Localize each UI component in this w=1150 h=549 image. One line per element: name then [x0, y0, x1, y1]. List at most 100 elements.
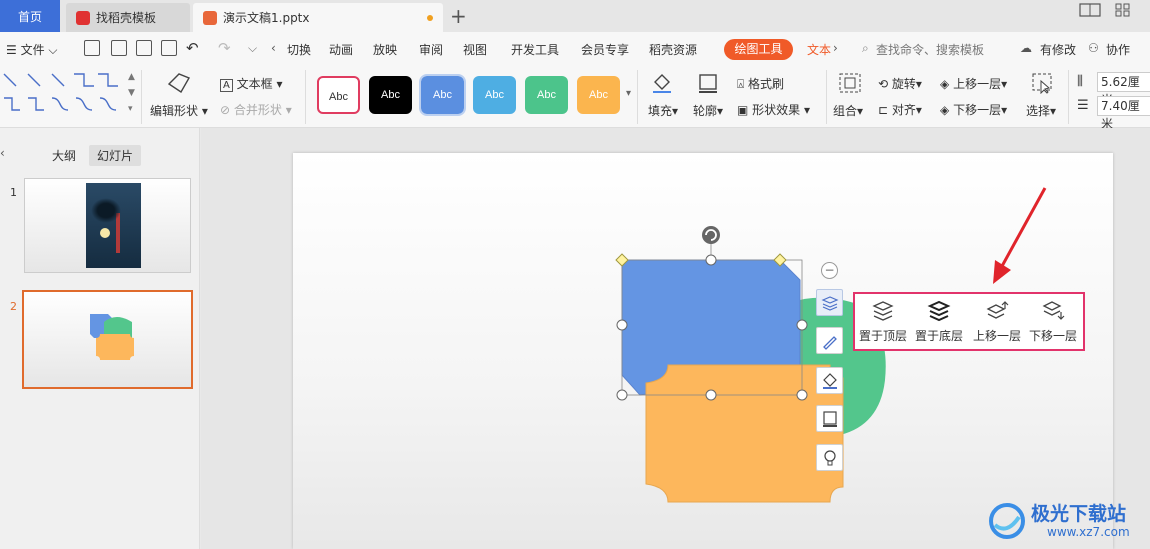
- redo-icon[interactable]: ↷: [218, 39, 231, 57]
- command-search-input[interactable]: 查找命令、搜索模板: [876, 41, 984, 58]
- select-button[interactable]: 选择▾: [1026, 102, 1056, 119]
- tab-document[interactable]: 演示文稿1.pptx: [193, 3, 443, 32]
- has-changes-button[interactable]: 有修改: [1040, 41, 1076, 58]
- bring-forward-item[interactable]: 上移一层: [971, 300, 1023, 344]
- align-label: 对齐: [891, 103, 916, 117]
- ribbon-divider: [1068, 70, 1069, 124]
- print-preview-icon[interactable]: [161, 40, 177, 56]
- outline-quick-button[interactable]: [816, 405, 843, 432]
- file-menu[interactable]: ☰ 文件 ⌵: [6, 41, 58, 58]
- connector-shapes-gallery[interactable]: [2, 70, 130, 118]
- rotate-label: 旋转: [891, 77, 916, 91]
- height-icon: ⫼: [1077, 74, 1083, 89]
- layer-order-button[interactable]: [816, 289, 843, 316]
- menu-item-view[interactable]: 视图: [463, 41, 487, 58]
- style-label: Abc: [433, 89, 452, 101]
- merge-shape-button[interactable]: ⊘ 合并形状 ▾: [220, 101, 292, 118]
- shape-style-green[interactable]: Abc: [525, 76, 568, 114]
- tab-drawing-tools[interactable]: 绘图工具: [724, 39, 793, 60]
- text-box-button[interactable]: A 文本框 ▾: [220, 75, 283, 92]
- menu-item-daoke-resources[interactable]: 稻壳资源: [649, 41, 697, 58]
- outline-label: 轮廓: [693, 104, 718, 118]
- outline-icon: [699, 74, 717, 93]
- menu-item-member[interactable]: 会员专享: [581, 41, 629, 58]
- new-tab-plus-icon[interactable]: +: [450, 4, 467, 28]
- menu-item-transition[interactable]: 切换: [287, 41, 311, 58]
- select-cursor-icon: [1032, 73, 1052, 94]
- shape-style-black[interactable]: Abc: [369, 76, 412, 114]
- bring-to-front-item[interactable]: 置于顶层: [857, 300, 909, 344]
- slide-2-shapes-preview: [90, 314, 134, 360]
- save-icon[interactable]: [84, 40, 100, 56]
- shape-style-white[interactable]: Abc: [317, 76, 360, 114]
- tab-text-tools[interactable]: 文本: [807, 41, 831, 58]
- fill-bucket-icon: [653, 74, 671, 93]
- gallery-expand-icon[interactable]: ▾: [128, 104, 133, 114]
- rotate-handle-icon[interactable]: [702, 226, 720, 244]
- edit-shape-button[interactable]: 编辑形状 ▾: [150, 102, 208, 119]
- slide-thumbnail-1[interactable]: [24, 178, 191, 273]
- scroll-left-chevron-icon[interactable]: ‹: [271, 41, 276, 55]
- fill-label: 填充: [648, 104, 673, 118]
- slides-panel: ‹ 大纲 幻灯片 1 2: [0, 128, 200, 549]
- slide-thumbnail-2[interactable]: [22, 290, 193, 389]
- align-button[interactable]: ⊏ 对齐▾: [878, 101, 922, 118]
- undo-icon[interactable]: ↶: [186, 39, 199, 57]
- send-backward-button[interactable]: ◈ 下移一层▾: [940, 101, 1007, 118]
- search-icon: ⌕: [862, 41, 869, 55]
- shape-style-button[interactable]: [816, 327, 843, 354]
- smart-suggest-button[interactable]: [816, 444, 843, 471]
- file-menu-label: 文件: [20, 43, 45, 57]
- export-icon[interactable]: [111, 40, 127, 56]
- text-box-icon: A: [220, 79, 233, 92]
- align-icon: ⊏: [878, 103, 889, 117]
- shape-style-lightblue[interactable]: Abc: [473, 76, 516, 114]
- scroll-right-chevron-icon[interactable]: ›: [833, 41, 838, 55]
- tab-home[interactable]: 首页: [0, 0, 60, 32]
- style-gallery-more-icon[interactable]: ▾: [626, 88, 631, 99]
- shape-width-input[interactable]: 7.40厘米: [1097, 96, 1150, 131]
- gallery-scroll-up-icon[interactable]: ▲: [128, 72, 135, 82]
- lightbulb-icon: [823, 449, 836, 465]
- edit-shape-label: 编辑形状: [150, 104, 199, 118]
- shape-style-orange[interactable]: Abc: [577, 76, 620, 114]
- grid-apps-icon[interactable]: [1112, 2, 1134, 20]
- group-label: 组合: [833, 104, 858, 118]
- send-backward-icon: [1042, 301, 1065, 320]
- tab-outline[interactable]: 大纲: [44, 145, 84, 166]
- quick-access-dropdown-icon[interactable]: ⌵: [248, 41, 257, 56]
- group-button[interactable]: 组合▾: [833, 102, 863, 119]
- gallery-scroll-down-icon[interactable]: ▼: [128, 88, 135, 98]
- outline-button[interactable]: 轮廓▾: [693, 102, 723, 119]
- collapse-panel-icon[interactable]: ‹: [0, 146, 5, 160]
- rotate-button[interactable]: ⟲ 旋转▾: [878, 75, 922, 92]
- menu-item-review[interactable]: 审阅: [419, 41, 443, 58]
- menu-item-slideshow[interactable]: 放映: [373, 41, 397, 58]
- send-backward-item[interactable]: 下移一层: [1027, 300, 1079, 344]
- print-icon[interactable]: [136, 40, 152, 56]
- send-to-back-item[interactable]: 置于底层: [913, 300, 965, 344]
- fill-quick-button[interactable]: [816, 367, 843, 394]
- format-painter-button[interactable]: ⍓ 格式刷: [737, 75, 784, 92]
- rotate-icon: ⟲: [878, 77, 889, 91]
- bring-forward-button[interactable]: ◈ 上移一层▾: [940, 75, 1007, 92]
- orange-shape[interactable]: [645, 364, 844, 503]
- text-box-label: 文本框: [236, 77, 273, 91]
- collapse-toolbar-icon[interactable]: −: [821, 262, 838, 279]
- menu-item-developer[interactable]: 开发工具: [511, 41, 559, 58]
- document-tab-bar: 首页 找稻壳模板 演示文稿1.pptx +: [0, 0, 1150, 32]
- window-layout-icon[interactable]: [1079, 2, 1101, 20]
- collaborate-button[interactable]: 协作: [1106, 41, 1130, 58]
- shape-effects-button[interactable]: ▣ 形状效果 ▾: [737, 101, 810, 118]
- shape-height-input[interactable]: 5.62厘米: [1097, 72, 1150, 107]
- watermark-name: 极光下载站: [1031, 503, 1127, 525]
- shape-style-blue[interactable]: Abc: [419, 74, 466, 116]
- tab-slides[interactable]: 幻灯片: [89, 145, 142, 166]
- tab-template[interactable]: 找稻壳模板: [66, 3, 190, 32]
- fill-button[interactable]: 填充▾: [648, 102, 678, 119]
- format-painter-label: 格式刷: [748, 77, 785, 91]
- annotation-arrow: [993, 187, 1047, 284]
- ribbon-divider: [637, 70, 638, 124]
- edit-shape-icon: [167, 73, 191, 93]
- menu-item-animation[interactable]: 动画: [329, 41, 353, 58]
